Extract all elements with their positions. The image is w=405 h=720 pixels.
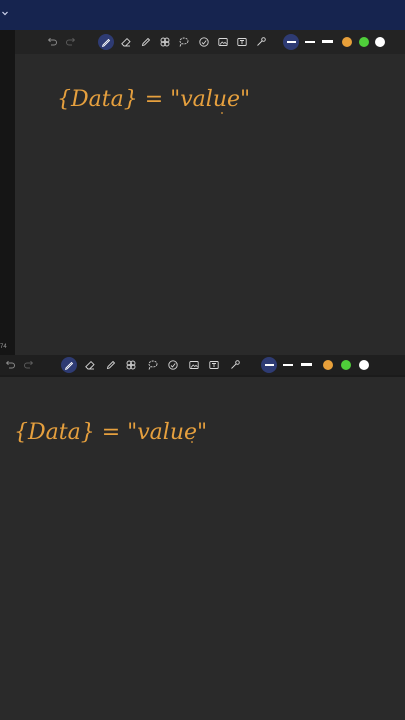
handwritten-text: {Data} = "value" xyxy=(14,420,207,445)
stroke-width-thick[interactable] xyxy=(301,363,312,366)
handwritten-text: {Data} = "value" xyxy=(57,87,250,112)
redo-icon[interactable] xyxy=(64,35,78,49)
chevron-down-icon[interactable] xyxy=(1,9,9,17)
color-swatch-orange[interactable] xyxy=(342,37,352,47)
page-number: 74 xyxy=(0,344,7,350)
color-swatch-green[interactable] xyxy=(341,360,351,370)
sticker-icon[interactable] xyxy=(197,35,211,49)
note-canvas[interactable]: {Data} = "value" xyxy=(15,54,405,360)
color-swatch-orange[interactable] xyxy=(323,360,333,370)
lasso-icon[interactable] xyxy=(124,358,138,372)
pen-icon[interactable] xyxy=(61,357,77,373)
drawing-toolbar-2 xyxy=(0,355,405,375)
undo-icon[interactable] xyxy=(3,358,17,372)
laser-pointer-icon[interactable] xyxy=(254,35,268,49)
shape-icon[interactable] xyxy=(146,358,160,372)
eraser-icon[interactable] xyxy=(83,358,97,372)
eraser-icon[interactable] xyxy=(119,35,133,49)
redo-icon[interactable] xyxy=(22,358,36,372)
color-swatch-white[interactable] xyxy=(359,360,369,370)
undo-icon[interactable] xyxy=(45,35,59,49)
note-canvas-2[interactable]: {Data} = "value" xyxy=(0,377,405,720)
stroke-width-thin[interactable] xyxy=(283,34,299,50)
text-icon[interactable] xyxy=(207,358,221,372)
sticker-icon[interactable] xyxy=(166,358,180,372)
image-icon[interactable] xyxy=(216,35,230,49)
text-icon[interactable] xyxy=(235,35,249,49)
handwritten-note: {Data} = "value" xyxy=(14,409,274,453)
stroke-width-thick[interactable] xyxy=(322,40,333,43)
handwritten-note: {Data} = "value" xyxy=(57,76,297,120)
line-thin-icon xyxy=(286,41,296,43)
page-gutter xyxy=(0,30,15,360)
color-swatch-green[interactable] xyxy=(359,37,369,47)
line-thin-icon xyxy=(264,364,274,366)
highlighter-icon[interactable] xyxy=(139,35,153,49)
stroke-width-medium[interactable] xyxy=(283,364,293,366)
stroke-width-medium[interactable] xyxy=(305,41,315,43)
shape-icon[interactable] xyxy=(177,35,191,49)
lasso-icon[interactable] xyxy=(158,35,172,49)
pen-icon[interactable] xyxy=(98,34,114,50)
stroke-width-thin[interactable] xyxy=(261,357,277,373)
app-top-bar xyxy=(0,0,405,30)
drawing-toolbar xyxy=(15,30,405,54)
laser-pointer-icon[interactable] xyxy=(228,358,242,372)
color-swatch-white[interactable] xyxy=(375,37,385,47)
image-icon[interactable] xyxy=(187,358,201,372)
highlighter-icon[interactable] xyxy=(104,358,118,372)
